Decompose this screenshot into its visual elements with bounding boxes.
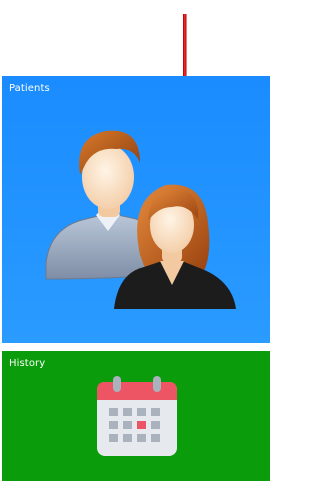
patients-tile[interactable]: Patients	[2, 76, 270, 343]
history-tile[interactable]: History	[2, 351, 270, 481]
history-tile-label: History	[9, 358, 46, 369]
calendar-icon	[97, 376, 177, 456]
people-icon	[45, 130, 236, 309]
patients-tile-label: Patients	[9, 83, 50, 94]
